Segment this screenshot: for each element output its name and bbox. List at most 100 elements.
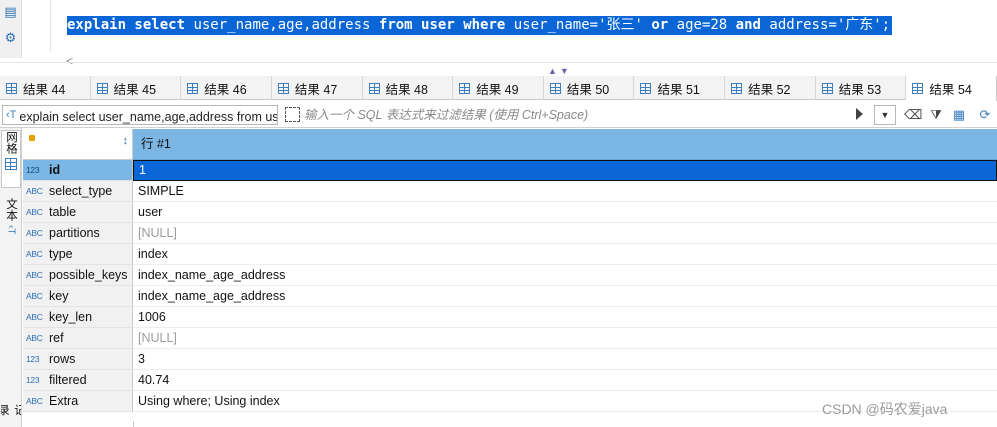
row-label[interactable]: ABC key xyxy=(23,286,133,307)
side-tab-text[interactable]: 文本 ‹T xyxy=(1,198,21,250)
editor-gutter: ▤ ⚙ xyxy=(0,0,22,58)
table-row[interactable]: ABC partitions [NULL] xyxy=(23,223,997,244)
result-tab[interactable]: 结果 47 xyxy=(272,76,363,100)
string-type-icon: ABC xyxy=(26,270,43,280)
table-row[interactable]: 123 id 1 xyxy=(23,160,997,181)
string-type-icon: ABC xyxy=(26,396,43,406)
value-cell[interactable]: index_name_age_address xyxy=(133,286,997,307)
filter-settings-icon[interactable]: ⧩ xyxy=(927,106,945,124)
result-tab[interactable]: 结果 49 xyxy=(453,76,544,100)
row-label[interactable]: 123 id xyxy=(23,160,133,181)
filter-expand-icon[interactable] xyxy=(285,107,300,122)
column-name: rows xyxy=(49,352,76,366)
column-header-row-1[interactable]: 行 #1 xyxy=(133,129,997,160)
grid-icon xyxy=(731,82,743,94)
table-row[interactable]: ABC key_len 1006 xyxy=(23,307,997,328)
value-cell[interactable]: SIMPLE xyxy=(133,181,997,202)
sort-icon[interactable]: ↕ xyxy=(123,135,129,147)
grid-icon xyxy=(640,82,652,94)
refresh-icon[interactable]: ⟳ xyxy=(976,106,994,124)
result-grid: ↕ 行 #1 123 id 1 ABC select_type SIMPLE ABC tabl… xyxy=(23,129,997,427)
result-tab[interactable]: 结果 50 xyxy=(544,76,635,100)
result-tab-label: 结果 52 xyxy=(748,82,791,97)
value-cell[interactable]: index xyxy=(133,244,997,265)
result-tab-label: 结果 47 xyxy=(294,82,338,97)
row-label[interactable]: 123 rows xyxy=(23,349,133,370)
result-tab[interactable]: 结果 44 xyxy=(0,76,91,100)
value-cell[interactable]: [NULL] xyxy=(133,328,997,349)
scroll-left-icon[interactable]: < xyxy=(66,54,73,68)
table-row[interactable]: 123 filtered 40.74 xyxy=(23,370,997,391)
script-icon[interactable]: ▤ xyxy=(3,4,18,19)
table-row[interactable]: ABC possible_keys index_name_age_address xyxy=(23,265,997,286)
table-row[interactable]: 123 rows 3 xyxy=(23,349,997,370)
filter-bar: ‹T explain select user_name,age,address … xyxy=(0,102,997,128)
row-label[interactable]: ABC ref xyxy=(23,328,133,349)
filter-history-dropdown[interactable]: ▼ xyxy=(874,105,896,125)
result-tab[interactable]: 结果 51 xyxy=(634,76,726,100)
filter-grid-icon[interactable]: ▦ xyxy=(950,106,968,124)
sql-keyword: user xyxy=(421,17,455,33)
side-tab-text-label: 文本 xyxy=(5,198,17,221)
side-tab-grid[interactable]: 网格 xyxy=(1,130,21,188)
row-label[interactable]: ABC key_len xyxy=(23,307,133,328)
result-tab[interactable]: 结果 45 xyxy=(91,76,182,100)
result-tab[interactable]: 结果 52 xyxy=(725,76,816,100)
column-name: partitions xyxy=(49,226,100,240)
table-row[interactable]: ABC key index_name_age_address xyxy=(23,286,997,307)
table-row[interactable]: ABC ref [NULL] xyxy=(23,328,997,349)
apply-filter-icon[interactable] xyxy=(856,108,863,120)
row-label[interactable]: ABC type xyxy=(23,244,133,265)
string-type-icon: ABC xyxy=(26,312,43,322)
value-cell[interactable]: 40.74 xyxy=(133,370,997,391)
grid-icon xyxy=(96,82,108,94)
result-tab[interactable]: 结果 53 xyxy=(816,76,907,100)
eraser-icon[interactable]: ⌫ xyxy=(904,106,922,124)
editor-line-divider xyxy=(50,0,51,52)
query-text-box[interactable]: ‹T explain select user_name,age,address … xyxy=(2,105,278,125)
row-label[interactable]: ABC select_type xyxy=(23,181,133,202)
editor-divider xyxy=(0,62,997,63)
grid-corner[interactable]: ↕ xyxy=(23,129,133,160)
row-label[interactable]: ABC Extra xyxy=(23,391,133,412)
gear-icon[interactable]: ⚙ xyxy=(3,30,18,45)
row-label[interactable]: 123 filtered xyxy=(23,370,133,391)
sql-keyword: explain select xyxy=(67,17,186,33)
table-row[interactable]: ABC type index xyxy=(23,244,997,265)
table-row[interactable]: ABC select_type SIMPLE xyxy=(23,181,997,202)
row-label[interactable]: ABC possible_keys xyxy=(23,265,133,286)
table-row[interactable]: ABC table user xyxy=(23,202,997,223)
value-cell[interactable]: user xyxy=(133,202,997,223)
result-tab-label: 结果 48 xyxy=(385,82,428,97)
filter-input[interactable] xyxy=(304,105,848,125)
row-label[interactable]: ABC table xyxy=(23,202,133,223)
result-tab-label: 结果 53 xyxy=(838,82,882,97)
value-cell[interactable]: 1006 xyxy=(133,307,997,328)
result-tab[interactable]: 结果 48 xyxy=(363,76,454,100)
watermark: CSDN @码农爱java xyxy=(822,401,948,417)
string-type-icon: ABC xyxy=(26,333,43,343)
value-cell[interactable]: [NULL] xyxy=(133,223,997,244)
value-cell[interactable]: index_name_age_address xyxy=(133,265,997,286)
column-name: select_type xyxy=(49,184,113,198)
row-label[interactable]: ABC partitions xyxy=(23,223,133,244)
side-tab-record[interactable]: 记录 xyxy=(1,404,21,426)
sql-text: user_name='张三' xyxy=(505,17,652,33)
column-name: id xyxy=(49,163,61,177)
result-tab[interactable]: 结果 46 xyxy=(181,76,272,100)
result-tab[interactable]: 结果 54 xyxy=(906,76,997,101)
sql-statement-selected[interactable]: explain select user_name,age,address fro… xyxy=(67,16,893,35)
view-mode-panel: 网格 文本 ‹T 记录 xyxy=(0,128,22,427)
splitter-arrows-icon[interactable]: ▲▼ xyxy=(548,66,572,76)
grid-view-icon xyxy=(5,158,17,170)
value-cell[interactable]: 3 xyxy=(133,349,997,370)
column-name: key xyxy=(49,289,69,303)
sql-editor[interactable]: ▤ ⚙ explain select user_name,age,address… xyxy=(0,0,997,76)
grid-icon xyxy=(912,83,924,94)
side-tab-grid-label: 网格 xyxy=(5,131,17,154)
grid-icon xyxy=(459,82,471,94)
column-name: filtered xyxy=(49,373,87,387)
value-cell[interactable]: 1 xyxy=(133,160,997,181)
grid-icon xyxy=(368,82,380,94)
